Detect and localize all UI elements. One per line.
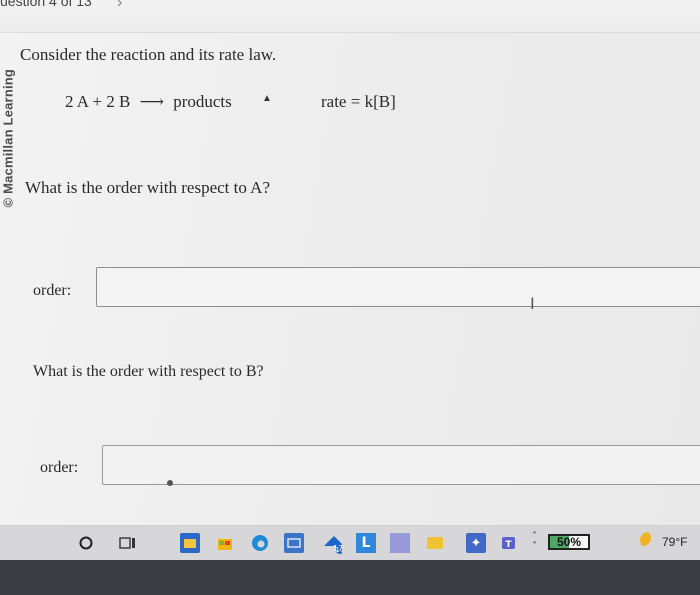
part1-order-input[interactable] [96,267,700,307]
rate-law: rate = k[B] [321,92,396,112]
microsoft-store-icon[interactable] [215,533,235,553]
app-icon-2[interactable]: ✦ [466,533,486,553]
mail-icon[interactable] [284,533,304,553]
search-icon[interactable] [76,533,96,553]
app-icon[interactable] [390,533,410,553]
copyright-label: © Macmillan Learning [0,68,16,208]
question-prompt: Consider the reaction and its rate law. [20,45,277,64]
windows-taskbar: 17 17 L ✦ T ˄˅ 50% 79°F [0,525,700,561]
file-explorer-icon[interactable] [180,533,200,553]
reaction-equation: 2 A + 2 B ⟶ products [65,92,232,112]
top-bar: uestion 4 of 13 › [0,0,700,33]
question-counter: uestion 4 of 13 [0,0,92,9]
part2-order-label: order: [40,459,79,476]
part2-order-input[interactable] [102,445,700,485]
reaction-arrow-icon: ⟶ [139,92,164,112]
task-view-icon[interactable] [118,533,138,553]
equation-reactants: 2 A + 2 B [65,92,131,111]
small-marker-icon: ▲ [262,93,272,104]
app-l-icon[interactable]: L [356,533,376,553]
calendar-badge: 17 [333,544,344,553]
weather-moon-icon[interactable] [640,532,656,548]
question-panel: © Macmillan Learning Consider the reacti… [0,33,700,525]
screen-bezel [0,560,700,595]
dot-marker-icon [167,480,173,486]
weather-temperature[interactable]: 79°F [662,535,687,549]
battery-indicator[interactable]: 50% [548,534,590,550]
part1-question: What is the order with respect to A? [25,178,271,197]
equation-products: products [173,92,232,111]
tray-expand-icon[interactable]: ˄ ˅ [532,532,537,552]
battery-percent: 50% [556,535,582,549]
rate-law-text: rate = k[B] [321,92,396,111]
edge-icon[interactable] [250,533,270,553]
text-cursor-icon: Ⅰ [530,294,535,313]
next-question-chevron-icon[interactable]: › [117,0,122,12]
part1-order-label: order: [33,282,72,299]
photos-icon[interactable] [425,533,445,553]
part2-question: What is the order with respect to B? [33,363,264,380]
svg-text:T: T [505,540,512,550]
teams-icon[interactable]: T [500,533,520,553]
